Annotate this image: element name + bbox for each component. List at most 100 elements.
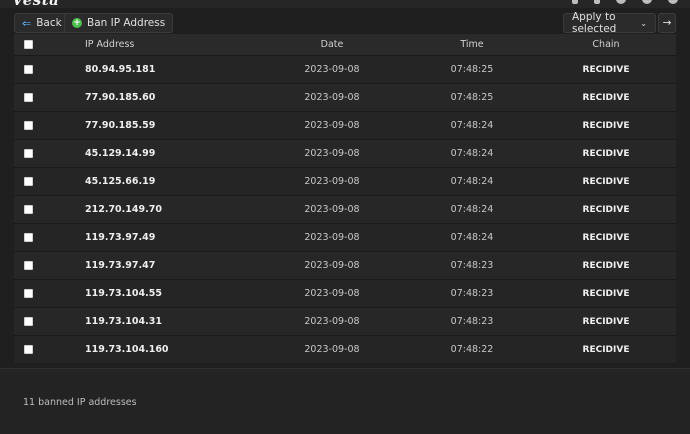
row-checkbox[interactable] bbox=[23, 317, 33, 326]
row-checkbox[interactable] bbox=[23, 121, 33, 130]
table-row[interactable]: 45.129.14.99 2023-09-08 07:48:24 RECIDIVE bbox=[14, 139, 676, 167]
table-body: 80.94.95.181 2023-09-08 07:48:25 RECIDIVE 77… bbox=[14, 55, 676, 363]
apply-select-label: Apply to selected bbox=[572, 11, 617, 35]
ip-address-cell[interactable]: 119.73.97.49 bbox=[42, 232, 242, 243]
row-select-cell bbox=[14, 289, 42, 298]
chain-cell: RECIDIVE bbox=[582, 344, 630, 355]
row-checkbox[interactable] bbox=[23, 205, 33, 214]
footer: 11 banned IP addresses bbox=[0, 368, 690, 434]
back-button[interactable]: ⇐ Back bbox=[14, 13, 70, 33]
ban-ip-button-label: Ban IP Address bbox=[87, 17, 166, 29]
ip-address-cell[interactable]: 45.129.14.99 bbox=[42, 148, 242, 159]
row-checkbox[interactable] bbox=[23, 289, 33, 298]
table-row[interactable]: 77.90.185.60 2023-09-08 07:48:25 RECIDIVE bbox=[14, 83, 676, 111]
back-button-label: Back bbox=[36, 17, 62, 29]
nav-icon[interactable] bbox=[668, 0, 678, 4]
date-cell: 2023-09-08 bbox=[304, 232, 360, 243]
ip-address-cell[interactable]: 45.125.66.19 bbox=[42, 176, 242, 187]
chain-cell: RECIDIVE bbox=[582, 260, 630, 271]
banned-ip-table: IP Address Date Time Chain 80.94.95.181 2… bbox=[14, 34, 676, 363]
time-cell: 07:48:23 bbox=[450, 260, 494, 271]
row-select-cell bbox=[14, 205, 42, 214]
arrow-right-icon: → bbox=[662, 17, 672, 29]
ip-address-cell[interactable]: 77.90.185.60 bbox=[42, 92, 242, 103]
time-cell: 07:48:23 bbox=[450, 288, 494, 299]
ip-address-cell[interactable]: 77.90.185.59 bbox=[42, 120, 242, 131]
header-chain: Chain bbox=[592, 39, 620, 50]
date-cell: 2023-09-08 bbox=[304, 176, 360, 187]
apply-to-selected-select[interactable]: Apply to selected ⌄ bbox=[563, 11, 656, 35]
time-cell: 07:48:24 bbox=[450, 120, 494, 131]
table-row[interactable]: 119.73.104.31 2023-09-08 07:48:23 RECIDIVE bbox=[14, 307, 676, 335]
table-row[interactable]: 119.73.104.160 2023-09-08 07:48:22 RECIDIVE bbox=[14, 335, 676, 363]
chain-cell: RECIDIVE bbox=[582, 148, 630, 159]
add-circle-icon: + bbox=[72, 18, 82, 28]
chain-cell: RECIDIVE bbox=[582, 64, 630, 75]
nav-icon[interactable] bbox=[594, 0, 600, 4]
header-time: Time bbox=[460, 39, 484, 50]
chevron-down-icon: ⌄ bbox=[640, 18, 647, 28]
nav-icon[interactable] bbox=[642, 0, 652, 4]
time-cell: 07:48:24 bbox=[450, 176, 494, 187]
time-cell: 07:48:24 bbox=[450, 204, 494, 215]
banned-count-text: 11 banned IP addresses bbox=[23, 397, 137, 408]
table-header: IP Address Date Time Chain bbox=[14, 34, 676, 55]
chain-cell: RECIDIVE bbox=[582, 232, 630, 243]
chain-cell: RECIDIVE bbox=[582, 92, 630, 103]
row-select-cell bbox=[14, 317, 42, 326]
chain-cell: RECIDIVE bbox=[582, 288, 630, 299]
nav-icon[interactable] bbox=[572, 0, 578, 4]
row-select-cell bbox=[14, 233, 42, 242]
time-cell: 07:48:23 bbox=[450, 316, 494, 327]
row-select-cell bbox=[14, 261, 42, 270]
row-select-cell bbox=[14, 149, 42, 158]
time-cell: 07:48:25 bbox=[450, 64, 494, 75]
select-all-cell bbox=[14, 40, 42, 49]
table-row[interactable]: 119.73.104.55 2023-09-08 07:48:23 RECIDIVE bbox=[14, 279, 676, 307]
chain-cell: RECIDIVE bbox=[582, 120, 630, 131]
ip-address-cell[interactable]: 119.73.104.31 bbox=[42, 316, 242, 327]
ip-address-cell[interactable]: 119.73.104.55 bbox=[42, 288, 242, 299]
row-checkbox[interactable] bbox=[23, 93, 33, 102]
row-select-cell bbox=[14, 177, 42, 186]
ip-address-cell[interactable]: 119.73.104.160 bbox=[42, 344, 242, 355]
ban-ip-address-button[interactable]: + Ban IP Address bbox=[64, 13, 174, 33]
top-navigation-bar: Vesta bbox=[0, 0, 690, 9]
table-row[interactable]: 119.73.97.49 2023-09-08 07:48:24 RECIDIVE bbox=[14, 223, 676, 251]
table-row[interactable]: 119.73.97.47 2023-09-08 07:48:23 RECIDIVE bbox=[14, 251, 676, 279]
date-cell: 2023-09-08 bbox=[304, 288, 360, 299]
chain-cell: RECIDIVE bbox=[582, 204, 630, 215]
row-checkbox[interactable] bbox=[23, 345, 33, 354]
time-cell: 07:48:24 bbox=[450, 148, 494, 159]
table-row[interactable]: 45.125.66.19 2023-09-08 07:48:24 RECIDIVE bbox=[14, 167, 676, 195]
apply-go-button[interactable]: → bbox=[658, 13, 676, 33]
nav-icon[interactable] bbox=[616, 0, 626, 4]
date-cell: 2023-09-08 bbox=[304, 64, 360, 75]
table-row[interactable]: 212.70.149.70 2023-09-08 07:48:24 RECIDIVE bbox=[14, 195, 676, 223]
date-cell: 2023-09-08 bbox=[304, 260, 360, 271]
row-checkbox[interactable] bbox=[23, 65, 33, 74]
date-cell: 2023-09-08 bbox=[304, 204, 360, 215]
select-all-checkbox[interactable] bbox=[23, 40, 33, 49]
date-cell: 2023-09-08 bbox=[304, 344, 360, 355]
row-checkbox[interactable] bbox=[23, 233, 33, 242]
header-ip-address: IP Address bbox=[85, 39, 135, 50]
time-cell: 07:48:25 bbox=[450, 92, 494, 103]
ip-address-cell[interactable]: 212.70.149.70 bbox=[42, 204, 242, 215]
row-checkbox[interactable] bbox=[23, 149, 33, 158]
header-date: Date bbox=[320, 39, 344, 50]
ip-address-cell[interactable]: 80.94.95.181 bbox=[42, 64, 242, 75]
row-select-cell bbox=[14, 345, 42, 354]
row-checkbox[interactable] bbox=[23, 177, 33, 186]
table-row[interactable]: 77.90.185.59 2023-09-08 07:48:24 RECIDIVE bbox=[14, 111, 676, 139]
row-select-cell bbox=[14, 121, 42, 130]
date-cell: 2023-09-08 bbox=[304, 92, 360, 103]
chain-cell: RECIDIVE bbox=[582, 176, 630, 187]
date-cell: 2023-09-08 bbox=[304, 316, 360, 327]
table-row[interactable]: 80.94.95.181 2023-09-08 07:48:25 RECIDIVE bbox=[14, 55, 676, 83]
ip-address-cell[interactable]: 119.73.97.47 bbox=[42, 260, 242, 271]
date-cell: 2023-09-08 bbox=[304, 120, 360, 131]
row-checkbox[interactable] bbox=[23, 261, 33, 270]
arrow-left-icon: ⇐ bbox=[22, 16, 32, 30]
top-nav-icons bbox=[572, 0, 678, 4]
